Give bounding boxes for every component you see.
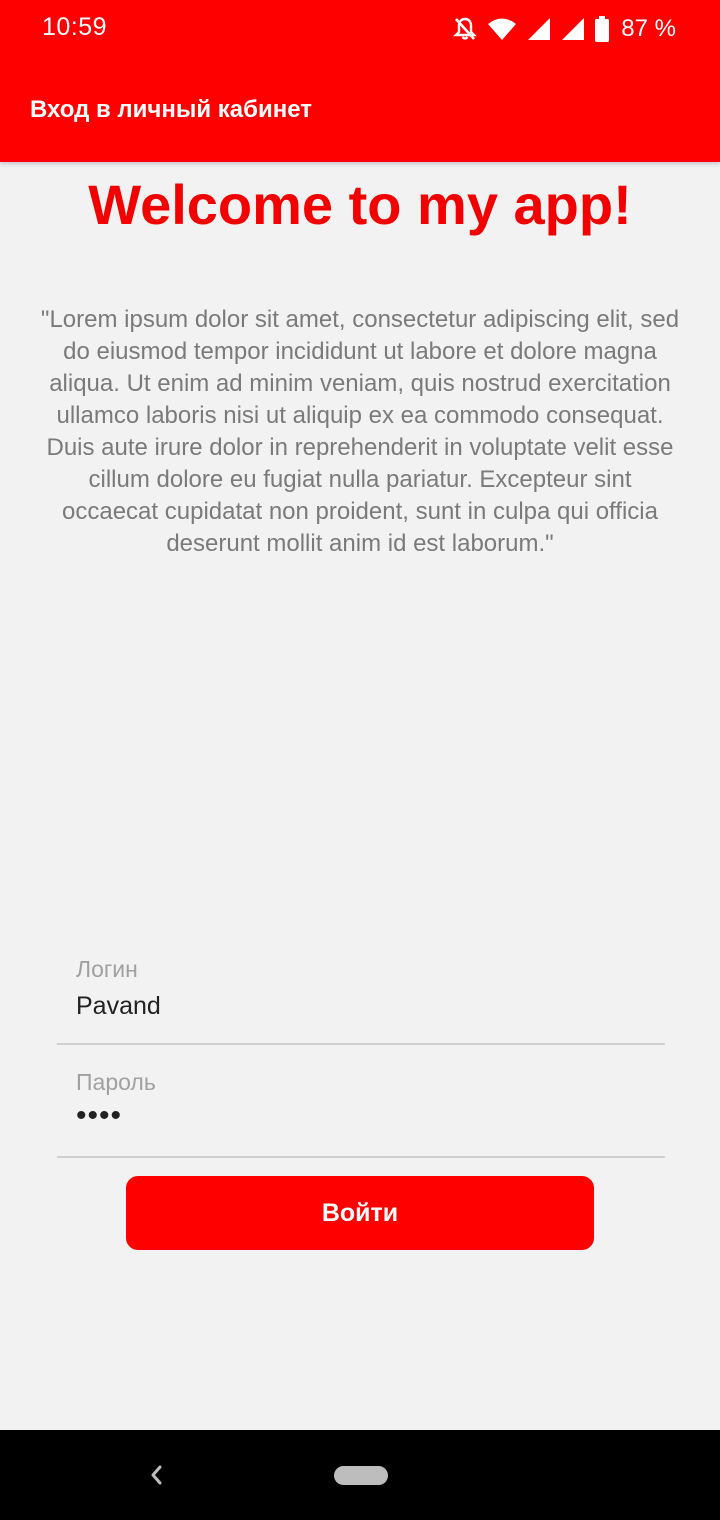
bell-off-icon — [453, 16, 478, 42]
app-bar: Вход в личный кабинет — [0, 58, 720, 162]
login-input-value[interactable]: Pavand — [76, 992, 161, 1021]
home-pill-icon[interactable] — [334, 1466, 388, 1485]
wifi-icon — [487, 17, 517, 41]
status-time: 10:59 — [42, 13, 108, 41]
login-screen: 10:59 87 % Вход в личный кабинет Welcome… — [0, 0, 720, 1520]
navigation-bar — [0, 1430, 720, 1520]
signal-icon — [561, 17, 585, 41]
signal-icon — [527, 17, 551, 41]
battery-percent: 87 % — [621, 15, 676, 42]
welcome-title: Welcome to my app! — [88, 173, 632, 236]
password-label: Пароль — [76, 1069, 156, 1095]
status-icons: 87 % — [453, 13, 676, 45]
lorem-text: "Lorem ipsum dolor sit amet, consectetur… — [40, 306, 680, 557]
app-bar-title: Вход в личный кабинет — [30, 96, 312, 123]
login-field[interactable]: Логин Pavand — [57, 950, 665, 1045]
battery-icon — [595, 16, 610, 42]
back-icon[interactable] — [145, 1462, 169, 1488]
login-label: Логин — [76, 956, 138, 982]
password-field[interactable]: Пароль •••• — [57, 1063, 665, 1158]
status-bar: 10:59 87 % — [0, 0, 720, 58]
password-input-value[interactable]: •••• — [76, 1099, 122, 1133]
login-button[interactable]: Войти — [126, 1176, 594, 1250]
